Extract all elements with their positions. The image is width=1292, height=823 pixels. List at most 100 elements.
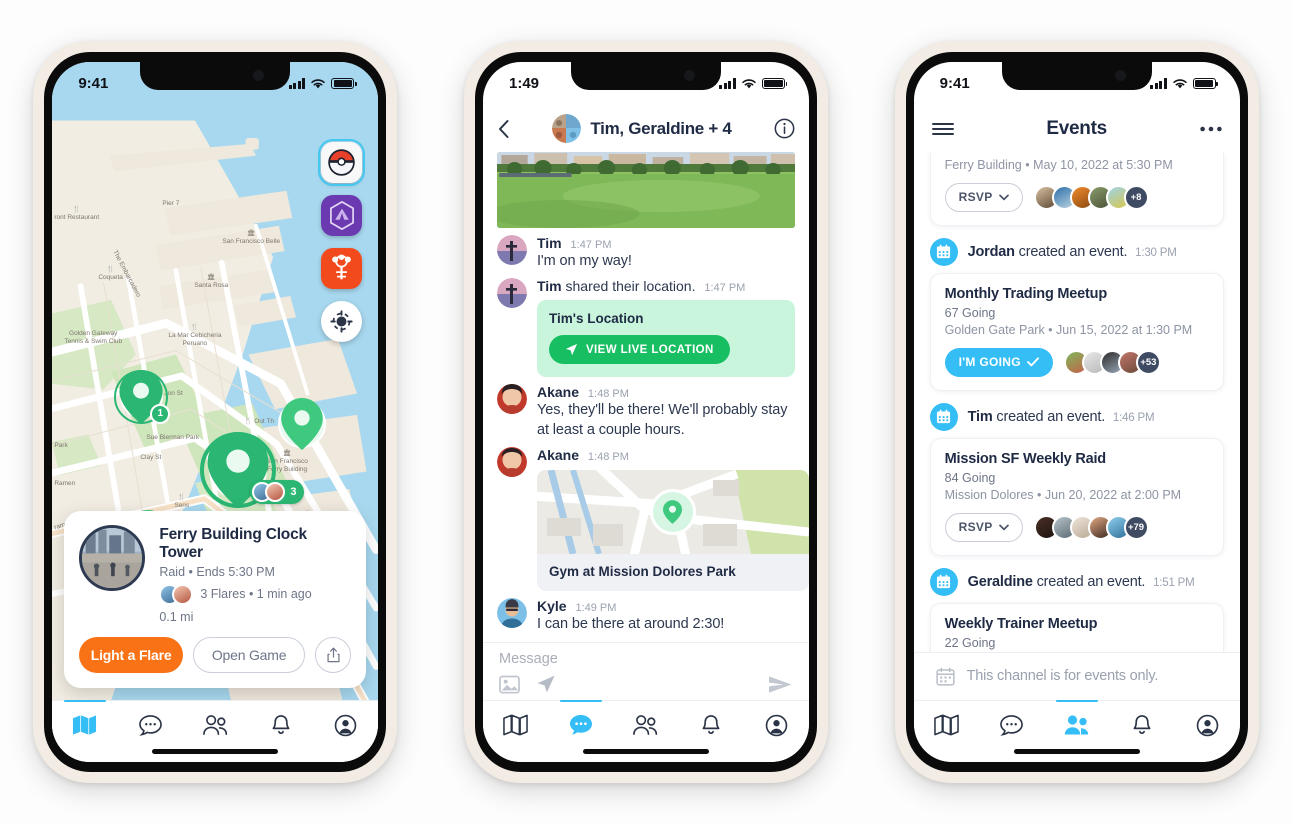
chevron-left-icon[interactable] — [497, 119, 510, 139]
map-card-caption: Gym at Mission Dolores Park — [548, 564, 736, 580]
tab-profile[interactable] — [1174, 701, 1239, 762]
game-tile-ingress[interactable] — [321, 194, 363, 236]
calendar-icon — [929, 237, 958, 266]
event-title: Weekly Trainer Meetup — [944, 615, 1098, 632]
chat-header: Tim, Geraldine + 4 — [482, 105, 809, 152]
author-name: Tim — [536, 234, 562, 251]
more-horizontal-icon[interactable] — [1199, 126, 1222, 132]
avatar — [496, 447, 527, 478]
chat-message-location: Tim shared their location. 1:47 PM Tim's… — [483, 271, 809, 378]
event-actions: RSVP +8 — [944, 182, 1209, 212]
navigation-arrow-icon[interactable] — [536, 674, 556, 694]
message-composer: Message — [482, 641, 809, 700]
phone-bezel: 🍴 ront Restaurant Pier 7 🏛 San Francisco B… — [44, 51, 387, 772]
view-live-location-button[interactable]: VIEW LIVE LOCATION — [548, 335, 730, 365]
event-meta: Tim created an event. 1:46 PM — [914, 391, 1240, 438]
map-preview-card[interactable]: Gym at Mission Dolores Park — [536, 470, 809, 592]
light-a-flare-button[interactable]: Light a Flare — [79, 636, 183, 673]
share-button[interactable] — [315, 636, 352, 673]
message-author: Kyle 1:49 PM — [537, 598, 795, 614]
chat-message-map: Akane 1:48 PM Gym at Mission Dolores Par… — [483, 440, 809, 592]
phone-bezel: 9:41 Events Ferry Building • May 10, 202… — [905, 51, 1248, 772]
map-icon — [73, 715, 97, 735]
place-distance: 0.1 mi — [159, 609, 194, 624]
status-time: 9:41 — [939, 75, 970, 92]
message-author: Akane 1:48 PM — [537, 447, 795, 463]
location-share-card[interactable]: Tim's Location VIEW LIVE LOCATION — [536, 300, 795, 378]
place-card[interactable]: Ferry Building Clock Tower Raid • Ends 5… — [64, 510, 367, 688]
avatar — [496, 278, 527, 309]
message-text: I'm on my way! — [536, 252, 632, 269]
image-icon[interactable] — [499, 675, 520, 694]
rsvp-button[interactable]: RSVP — [944, 182, 1023, 212]
map-preview-pin — [649, 489, 696, 536]
message-input[interactable]: Message — [499, 651, 793, 667]
event-card[interactable]: Weekly Trainer Meetup 22 Going Ferry Bui… — [929, 602, 1224, 652]
event-meta: Geraldine created an event. 1:51 PM — [914, 556, 1240, 603]
send-icon[interactable] — [768, 674, 793, 695]
status-time: 9:41 — [78, 75, 109, 92]
rsvp-button[interactable]: RSVP — [944, 512, 1023, 542]
attendee-avatars[interactable]: +53 — [1063, 349, 1161, 375]
attendee-avatars[interactable]: +79 — [1033, 514, 1149, 540]
message-text: I can be there at around 2:30! — [536, 616, 725, 633]
message-time: 1:47 PM — [704, 282, 746, 295]
calendar-icon — [929, 402, 958, 431]
open-game-button[interactable]: Open Game — [192, 636, 306, 673]
chevron-down-icon — [998, 524, 1009, 530]
status-time: 1:49 — [508, 75, 540, 92]
attendee-overflow-count: +8 — [1123, 184, 1149, 210]
phone-bezel: 1:49 Tim, Geraldine + 4 Tim 1:47 PM I'm … — [474, 51, 817, 772]
tab-map[interactable] — [483, 701, 548, 762]
event-card[interactable]: Monthly Trading Meetup 67 Going Golden G… — [929, 272, 1224, 391]
map-pin-badge: 1 — [150, 403, 171, 424]
tab-profile[interactable] — [313, 701, 378, 762]
pin-drop-icon — [281, 397, 324, 450]
event-card[interactable]: Mission SF Weekly Raid 84 Going Mission … — [929, 437, 1224, 556]
message-body: Akane 1:48 PM Gym at Mission Dolores Par… — [536, 447, 809, 592]
avatar — [172, 583, 194, 605]
event-place: Golden Gate Park • Jun 15, 2022 at 1:30 … — [944, 322, 1193, 337]
place-card-actions: Light a Flare Open Game — [79, 636, 352, 673]
recenter-button[interactable] — [321, 300, 363, 342]
event-going-count: 67 Going — [944, 305, 996, 320]
author-name: Tim — [536, 278, 562, 295]
chat-message-list[interactable]: Tim 1:47 PM I'm on my way! Tim shared th… — [482, 151, 809, 642]
calendar-icon — [929, 567, 958, 596]
events-list[interactable]: Ferry Building • May 10, 2022 at 5:30 PM… — [913, 151, 1240, 652]
hamburger-menu-icon[interactable] — [931, 122, 954, 136]
place-title: Ferry Building Clock Tower — [159, 525, 307, 561]
place-flares: 3 Flares • 1 min ago — [159, 583, 351, 605]
button-label: RSVP — [958, 190, 993, 204]
event-card-partial[interactable]: Ferry Building • May 10, 2022 at 5:30 PM… — [929, 151, 1224, 226]
avatar-kyle — [496, 598, 527, 629]
tab-map[interactable] — [52, 699, 117, 762]
map-avatar-cluster[interactable]: 3 — [250, 479, 305, 504]
map-pin-1[interactable]: 1 — [114, 369, 171, 424]
place-card-top: Ferry Building Clock Tower Raid • Ends 5… — [79, 524, 351, 624]
calendar-glyph — [937, 574, 951, 589]
tab-profile[interactable] — [744, 701, 809, 762]
wifi-icon — [1172, 78, 1187, 88]
chat-bubble-icon — [138, 714, 162, 736]
tab-map[interactable] — [914, 701, 979, 762]
message-image-park[interactable] — [496, 151, 795, 228]
cellular-bars-icon — [719, 78, 736, 89]
bell-icon — [272, 714, 290, 734]
location-card-title: Tim's Location — [548, 311, 644, 327]
attendee-avatars[interactable]: +8 — [1033, 184, 1149, 210]
message-time: 1:48 PM — [587, 388, 629, 401]
place-photo — [82, 527, 143, 588]
info-circle-icon[interactable] — [774, 118, 795, 139]
events-header: Events — [913, 105, 1240, 152]
status-indicators — [1150, 77, 1219, 90]
author-name: Akane — [536, 447, 580, 464]
cellular-bars-icon — [288, 78, 306, 89]
game-tile-pikmin-bloom[interactable] — [321, 247, 363, 289]
game-tile-pokemon-go[interactable] — [317, 138, 366, 186]
phone-screen-events: 9:41 Events Ferry Building • May 10, 202… — [913, 61, 1240, 762]
map-pin-2[interactable] — [276, 397, 328, 450]
event-going-count: 84 Going — [944, 470, 996, 485]
cluster-count: 3 — [290, 485, 297, 498]
im-going-button[interactable]: I'M GOING — [944, 347, 1053, 377]
